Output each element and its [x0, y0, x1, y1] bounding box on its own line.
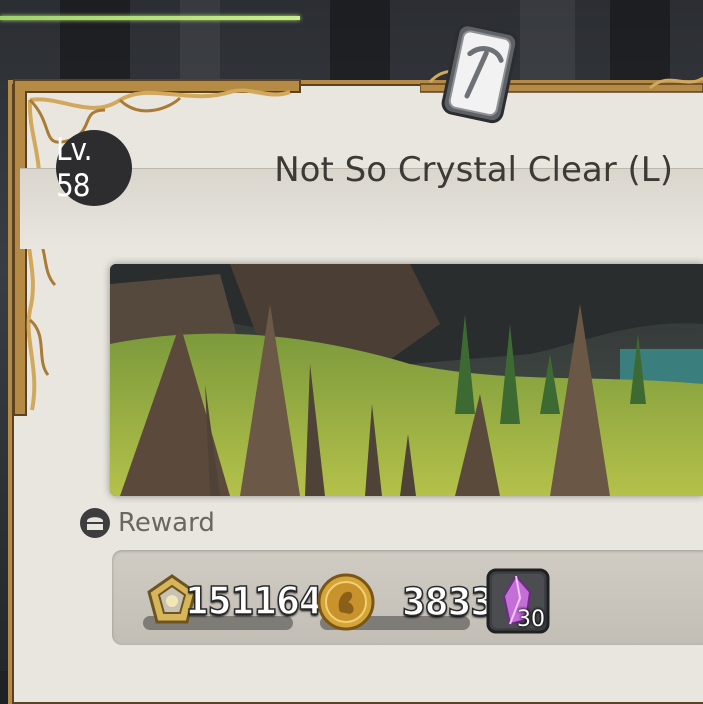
gil-amount: 3833 — [401, 579, 495, 625]
crystal-quantity: 30 — [517, 607, 545, 632]
reward-item-exp[interactable]: 1511640 — [143, 572, 346, 630]
hp-bar — [0, 16, 300, 20]
pickaxe-icon — [441, 23, 519, 124]
gil-coin-icon — [317, 573, 375, 631]
reward-label: Reward — [118, 508, 215, 538]
quest-title: Not So Crystal Clear (L) — [274, 150, 673, 190]
reward-item-gil[interactable]: 3833 — [316, 572, 495, 632]
quest-level-badge: Lv. 58 — [56, 130, 132, 206]
quest-scene-image — [110, 264, 703, 496]
reward-header: Reward — [80, 508, 215, 538]
treasure-chest-icon — [80, 508, 110, 538]
